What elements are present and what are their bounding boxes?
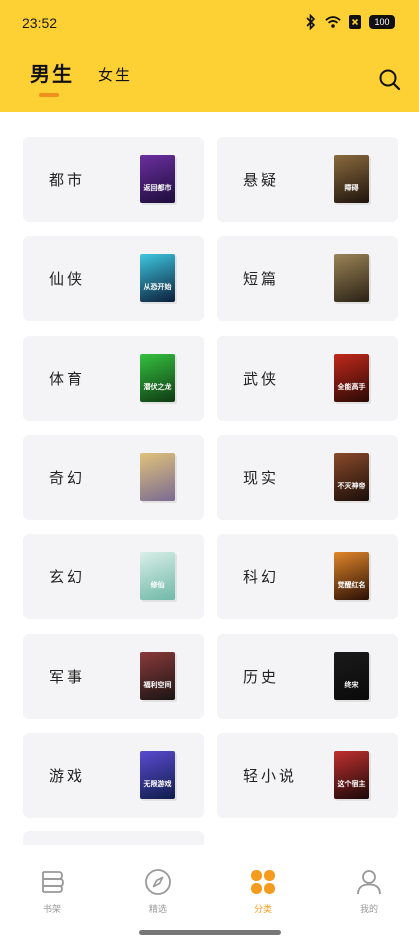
book-cover-image: 障碍 bbox=[334, 155, 369, 203]
nav-category-label: 分类 bbox=[253, 905, 272, 915]
book-cover-image: 修仙 bbox=[140, 552, 175, 600]
book-cover-title: 终宋 bbox=[344, 681, 359, 689]
nav-bookshelf-label: 书架 bbox=[42, 905, 61, 915]
tab-male[interactable]: 男生 bbox=[30, 58, 74, 97]
category-label: 武侠 bbox=[243, 370, 280, 388]
category-label: 奇幻 bbox=[49, 469, 86, 487]
status-time: 23:52 bbox=[22, 15, 58, 31]
category-card[interactable]: 游戏无限游戏 bbox=[23, 733, 204, 818]
sim-card-icon bbox=[347, 14, 363, 30]
bluetooth-icon bbox=[303, 14, 319, 30]
book-cover-image: 终宋 bbox=[334, 652, 369, 700]
category-card[interactable]: 体育潜伏之龙 bbox=[23, 336, 204, 421]
category-label: 都市 bbox=[49, 171, 86, 189]
nav-featured-label: 精选 bbox=[148, 905, 167, 915]
book-cover-image: 这个宿主 bbox=[334, 751, 369, 799]
compass-icon bbox=[144, 868, 172, 896]
book-cover-image bbox=[334, 254, 369, 302]
category-label: 体育 bbox=[49, 370, 86, 388]
category-card[interactable]: 短篇 bbox=[217, 236, 398, 321]
category-card[interactable]: 轻小说这个宿主 bbox=[217, 733, 398, 818]
book-cover-title: 修仙 bbox=[150, 581, 165, 589]
profile-icon bbox=[355, 868, 383, 896]
bottom-nav: 书架 精选 分类 我的 bbox=[0, 846, 419, 940]
category-label: 科幻 bbox=[243, 568, 280, 586]
battery-indicator: 100 bbox=[369, 15, 395, 29]
book-cover-title: 不灭神帝 bbox=[337, 482, 366, 490]
book-cover-title: 返回都市 bbox=[143, 184, 172, 192]
category-card[interactable]: 科幻觉醒红名 bbox=[217, 534, 398, 619]
tab-female-label: 女生 bbox=[98, 66, 133, 84]
category-grid-icon bbox=[249, 868, 277, 896]
category-label: 仙侠 bbox=[49, 270, 86, 288]
category-card[interactable]: 玄幻修仙 bbox=[23, 534, 204, 619]
category-label: 现实 bbox=[243, 469, 280, 487]
category-label: 玄幻 bbox=[49, 568, 86, 586]
top-header: 23:52 100 男生 女生 bbox=[0, 0, 419, 112]
gender-tabs: 男生 女生 bbox=[30, 58, 132, 97]
nav-mine[interactable]: 我的 bbox=[339, 868, 399, 915]
nav-featured[interactable]: 精选 bbox=[128, 868, 188, 915]
category-card[interactable]: 军事福利空间 bbox=[23, 634, 204, 719]
active-tab-indicator bbox=[39, 93, 59, 97]
category-card[interactable]: 历史终宋 bbox=[217, 634, 398, 719]
book-cover-title: 这个宿主 bbox=[337, 780, 366, 788]
category-card[interactable]: 都市返回都市 bbox=[23, 137, 204, 222]
book-cover-title: 觉醒红名 bbox=[337, 581, 366, 589]
book-cover-image: 福利空间 bbox=[140, 652, 175, 700]
home-indicator bbox=[139, 930, 281, 935]
category-card[interactable]: 仙侠从恐开始 bbox=[23, 236, 204, 321]
book-cover-title: 障碍 bbox=[344, 184, 359, 192]
category-label: 游戏 bbox=[49, 767, 86, 785]
wifi-icon bbox=[325, 14, 341, 30]
bookshelf-icon bbox=[38, 868, 66, 896]
category-card[interactable]: 现实不灭神帝 bbox=[217, 435, 398, 520]
book-cover-image: 不灭神帝 bbox=[334, 453, 369, 501]
book-cover-image bbox=[140, 453, 175, 501]
status-icons: 100 bbox=[303, 14, 395, 30]
book-cover-image: 无限游戏 bbox=[140, 751, 175, 799]
category-label: 悬疑 bbox=[243, 171, 280, 189]
book-cover-title: 无限游戏 bbox=[143, 780, 172, 788]
book-cover-image: 潜伏之龙 bbox=[140, 354, 175, 402]
category-label: 历史 bbox=[243, 668, 280, 686]
tab-male-label: 男生 bbox=[30, 62, 74, 86]
nav-bookshelf[interactable]: 书架 bbox=[22, 868, 82, 915]
category-card-partial[interactable] bbox=[23, 831, 204, 845]
book-cover-image: 全能高手 bbox=[334, 354, 369, 402]
book-cover-title: 从恐开始 bbox=[143, 283, 172, 291]
category-label: 军事 bbox=[49, 668, 86, 686]
status-bar: 23:52 100 bbox=[0, 0, 419, 48]
search-icon bbox=[379, 69, 401, 91]
category-card[interactable]: 奇幻 bbox=[23, 435, 204, 520]
book-cover-image: 觉醒红名 bbox=[334, 552, 369, 600]
nav-category[interactable]: 分类 bbox=[233, 868, 293, 915]
nav-mine-label: 我的 bbox=[359, 905, 378, 915]
category-label: 短篇 bbox=[243, 270, 280, 288]
book-cover-title: 全能高手 bbox=[337, 383, 366, 391]
book-cover-title: 福利空间 bbox=[143, 681, 172, 689]
search-button[interactable] bbox=[378, 68, 402, 92]
category-card[interactable]: 武侠全能高手 bbox=[217, 336, 398, 421]
book-cover-image: 从恐开始 bbox=[140, 254, 175, 302]
book-cover-title: 潜伏之龙 bbox=[143, 383, 172, 391]
book-cover-image: 返回都市 bbox=[140, 155, 175, 203]
category-label: 轻小说 bbox=[243, 767, 298, 785]
category-card[interactable]: 悬疑障碍 bbox=[217, 137, 398, 222]
tab-female[interactable]: 女生 bbox=[98, 64, 132, 87]
